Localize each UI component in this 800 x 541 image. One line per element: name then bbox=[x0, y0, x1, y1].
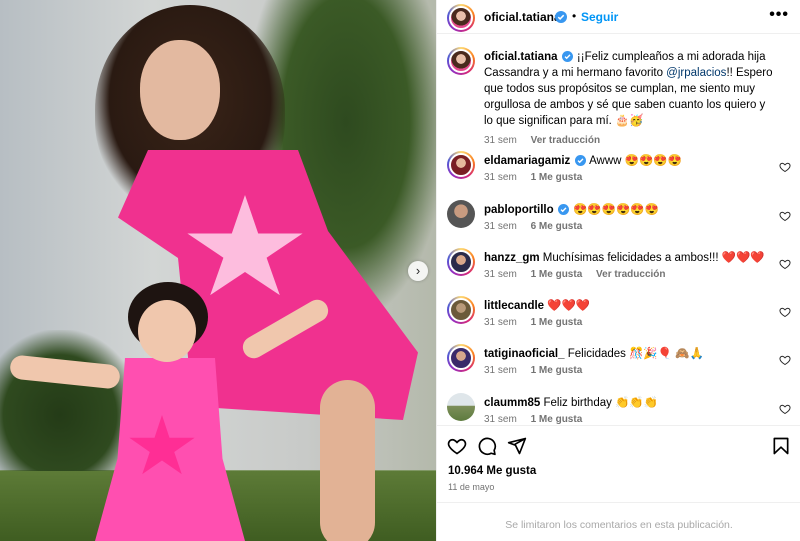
verified-badge-icon bbox=[555, 11, 567, 23]
comment-text: claumm85 Feliz birthday 👏👏👏 bbox=[484, 395, 774, 411]
comment-text: hanzz_gm Muchísimas felicidades a ambos!… bbox=[484, 250, 774, 266]
comment-body: Awww 😍😍😍😍 bbox=[589, 155, 682, 167]
post-header: oficial.tatiana • Seguir ••• bbox=[437, 0, 800, 34]
commenter-username[interactable]: eldamariagamiz bbox=[484, 155, 570, 167]
paper-plane-icon[interactable] bbox=[507, 436, 527, 456]
comment-likes[interactable]: 1 Me gusta bbox=[531, 269, 583, 280]
verified-badge-icon bbox=[557, 204, 569, 215]
heart-icon[interactable] bbox=[779, 161, 791, 173]
heart-icon[interactable] bbox=[779, 210, 791, 222]
chevron-right-icon: › bbox=[415, 263, 421, 278]
commenter-username[interactable]: tatiginaoficial_ bbox=[484, 348, 565, 360]
commenter-username[interactable]: claumm85 bbox=[484, 397, 540, 409]
comment-time[interactable]: 31 sem bbox=[484, 365, 517, 376]
more-options-icon[interactable]: ••• bbox=[769, 6, 789, 24]
commenter-username[interactable]: littlecandle bbox=[484, 300, 544, 312]
comments-thread[interactable]: oficial.tatiana ¡¡Feliz cumpleaños a mi … bbox=[437, 35, 800, 425]
comment-meta: 31 sem 1 Me gusta bbox=[484, 172, 593, 183]
photo-child-face bbox=[138, 300, 196, 362]
commenter-avatar[interactable] bbox=[447, 151, 475, 179]
verified-badge-icon bbox=[561, 51, 573, 62]
caption-time[interactable]: 31 sem bbox=[484, 135, 517, 146]
comment-time[interactable]: 31 sem bbox=[484, 221, 517, 232]
comment-body: Muchísimas felicidades a ambos!!! ❤️❤️❤️ bbox=[542, 252, 765, 264]
comment-body: Feliz birthday 👏👏👏 bbox=[543, 397, 659, 409]
comment-likes[interactable]: 1 Me gusta bbox=[531, 172, 583, 183]
heart-icon[interactable] bbox=[779, 258, 791, 270]
commenter-username[interactable]: hanzz_gm bbox=[484, 252, 540, 264]
photo-woman-face bbox=[140, 40, 220, 140]
post-photo: › bbox=[0, 0, 436, 541]
heart-icon[interactable] bbox=[779, 306, 791, 318]
author-username[interactable]: oficial.tatiana bbox=[484, 10, 561, 24]
caption-username[interactable]: oficial.tatiana bbox=[484, 51, 558, 63]
comment-time[interactable]: 31 sem bbox=[484, 269, 517, 280]
author-avatar[interactable] bbox=[447, 47, 475, 75]
comment-likes[interactable]: 1 Me gusta bbox=[531, 317, 583, 328]
comment-body: Felicidades 🎊🎉🎈 🙈🙏 bbox=[567, 348, 704, 360]
separator-dot: • bbox=[572, 9, 577, 23]
comment-time[interactable]: 31 sem bbox=[484, 172, 517, 183]
carousel-next-button[interactable]: › bbox=[408, 261, 428, 281]
post-date[interactable]: 11 de mayo bbox=[448, 482, 494, 492]
see-translation-link[interactable]: Ver traducción bbox=[596, 269, 665, 280]
comment-body: 😍😍😍😍😍😍 bbox=[573, 204, 659, 216]
likes-count[interactable]: 10.964 Me gusta bbox=[448, 465, 536, 477]
comment-likes[interactable]: 1 Me gusta bbox=[531, 365, 583, 376]
author-avatar[interactable] bbox=[447, 4, 475, 32]
caption-meta: 31 sem Ver traducción bbox=[484, 135, 611, 146]
heart-icon[interactable] bbox=[779, 403, 791, 415]
comment-meta: 31 sem 6 Me gusta bbox=[484, 221, 593, 232]
comment-text: pabloportillo 😍😍😍😍😍😍 bbox=[484, 202, 774, 218]
caption-text: oficial.tatiana ¡¡Feliz cumpleaños a mi … bbox=[484, 49, 774, 129]
comment-text: eldamariagamiz Awww 😍😍😍😍 bbox=[484, 153, 774, 169]
comment-meta: 31 sem 1 Me gusta bbox=[484, 365, 593, 376]
commenter-avatar[interactable] bbox=[447, 296, 475, 324]
heart-icon[interactable] bbox=[447, 436, 467, 456]
commenter-avatar[interactable] bbox=[447, 248, 475, 276]
comment-meta: 31 sem 1 Me gusta Ver traducción bbox=[484, 269, 677, 280]
bookmark-icon[interactable] bbox=[771, 436, 791, 456]
post-actions-bar bbox=[437, 425, 800, 463]
comment-text: littlecandle ❤️❤️❤️ bbox=[484, 298, 774, 314]
see-translation-link[interactable]: Ver traducción bbox=[531, 135, 600, 146]
comment-likes[interactable]: 1 Me gusta bbox=[531, 414, 583, 425]
commenter-avatar[interactable] bbox=[447, 200, 475, 228]
comment-time[interactable]: 31 sem bbox=[484, 414, 517, 425]
mention-link[interactable]: @jrpalacios bbox=[666, 67, 726, 79]
comment-time[interactable]: 31 sem bbox=[484, 317, 517, 328]
comment-body: ❤️❤️❤️ bbox=[547, 300, 591, 312]
post-side-panel: oficial.tatiana • Seguir ••• oficial.tat… bbox=[436, 0, 800, 541]
photo-woman-leg bbox=[320, 380, 375, 541]
verified-badge-icon bbox=[574, 155, 586, 166]
comment-meta: 31 sem 1 Me gusta bbox=[484, 317, 593, 328]
follow-button[interactable]: Seguir bbox=[581, 10, 618, 24]
comments-limited-notice: Se limitaron los comentarios en esta pub… bbox=[437, 502, 800, 541]
commenter-avatar[interactable] bbox=[447, 393, 475, 421]
commenter-username[interactable]: pabloportillo bbox=[484, 204, 554, 216]
comment-icon[interactable] bbox=[477, 436, 497, 456]
comment-likes[interactable]: 6 Me gusta bbox=[531, 221, 583, 232]
commenter-avatar[interactable] bbox=[447, 344, 475, 372]
comment-meta: 31 sem 1 Me gusta bbox=[484, 414, 593, 425]
comment-text: tatiginaoficial_ Felicidades 🎊🎉🎈 🙈🙏 bbox=[484, 346, 774, 362]
heart-icon[interactable] bbox=[779, 354, 791, 366]
